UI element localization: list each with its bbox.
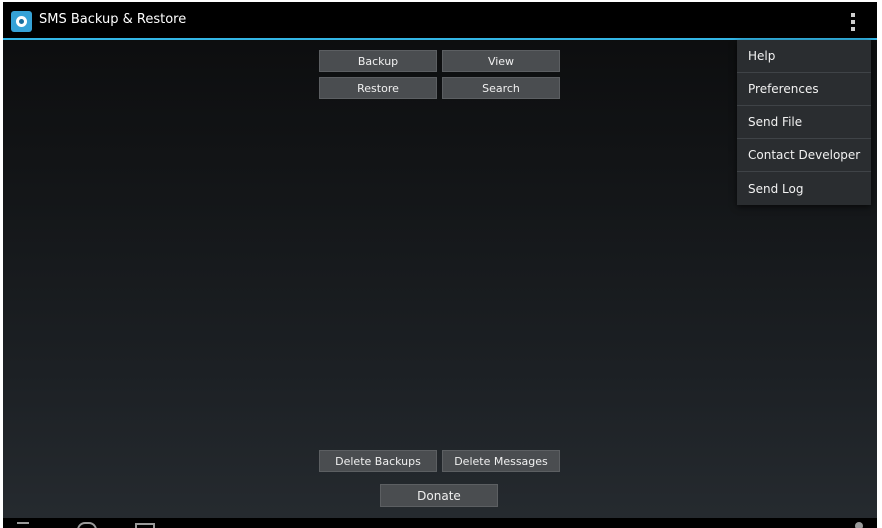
overflow-menu: Help Preferences Send File Contact Devel… <box>737 40 871 205</box>
action-bar: SMS Backup & Restore <box>3 2 877 40</box>
menu-item-preferences[interactable]: Preferences <box>737 73 871 106</box>
delete-messages-button[interactable]: Delete Messages <box>442 450 560 472</box>
system-navigation-bar <box>3 518 877 528</box>
menu-item-send-file[interactable]: Send File <box>737 106 871 139</box>
home-icon[interactable] <box>77 522 97 528</box>
menu-item-help[interactable]: Help <box>737 40 871 73</box>
donate-button[interactable]: Donate <box>380 484 498 507</box>
search-button[interactable]: Search <box>442 77 560 99</box>
menu-item-contact-developer[interactable]: Contact Developer <box>737 139 871 172</box>
app-screen: SMS Backup & Restore Backup View Restore… <box>3 2 877 528</box>
status-indicator-icon <box>855 522 863 528</box>
overflow-menu-icon[interactable] <box>848 13 858 31</box>
menu-item-send-log[interactable]: Send Log <box>737 172 871 205</box>
restore-button[interactable]: Restore <box>319 77 437 99</box>
delete-backups-button[interactable]: Delete Backups <box>319 450 437 472</box>
app-logo-icon[interactable] <box>11 11 32 32</box>
app-title: SMS Backup & Restore <box>39 12 187 27</box>
backup-button[interactable]: Backup <box>319 50 437 72</box>
back-icon[interactable] <box>17 522 29 527</box>
recent-apps-icon[interactable] <box>135 523 155 528</box>
view-button[interactable]: View <box>442 50 560 72</box>
